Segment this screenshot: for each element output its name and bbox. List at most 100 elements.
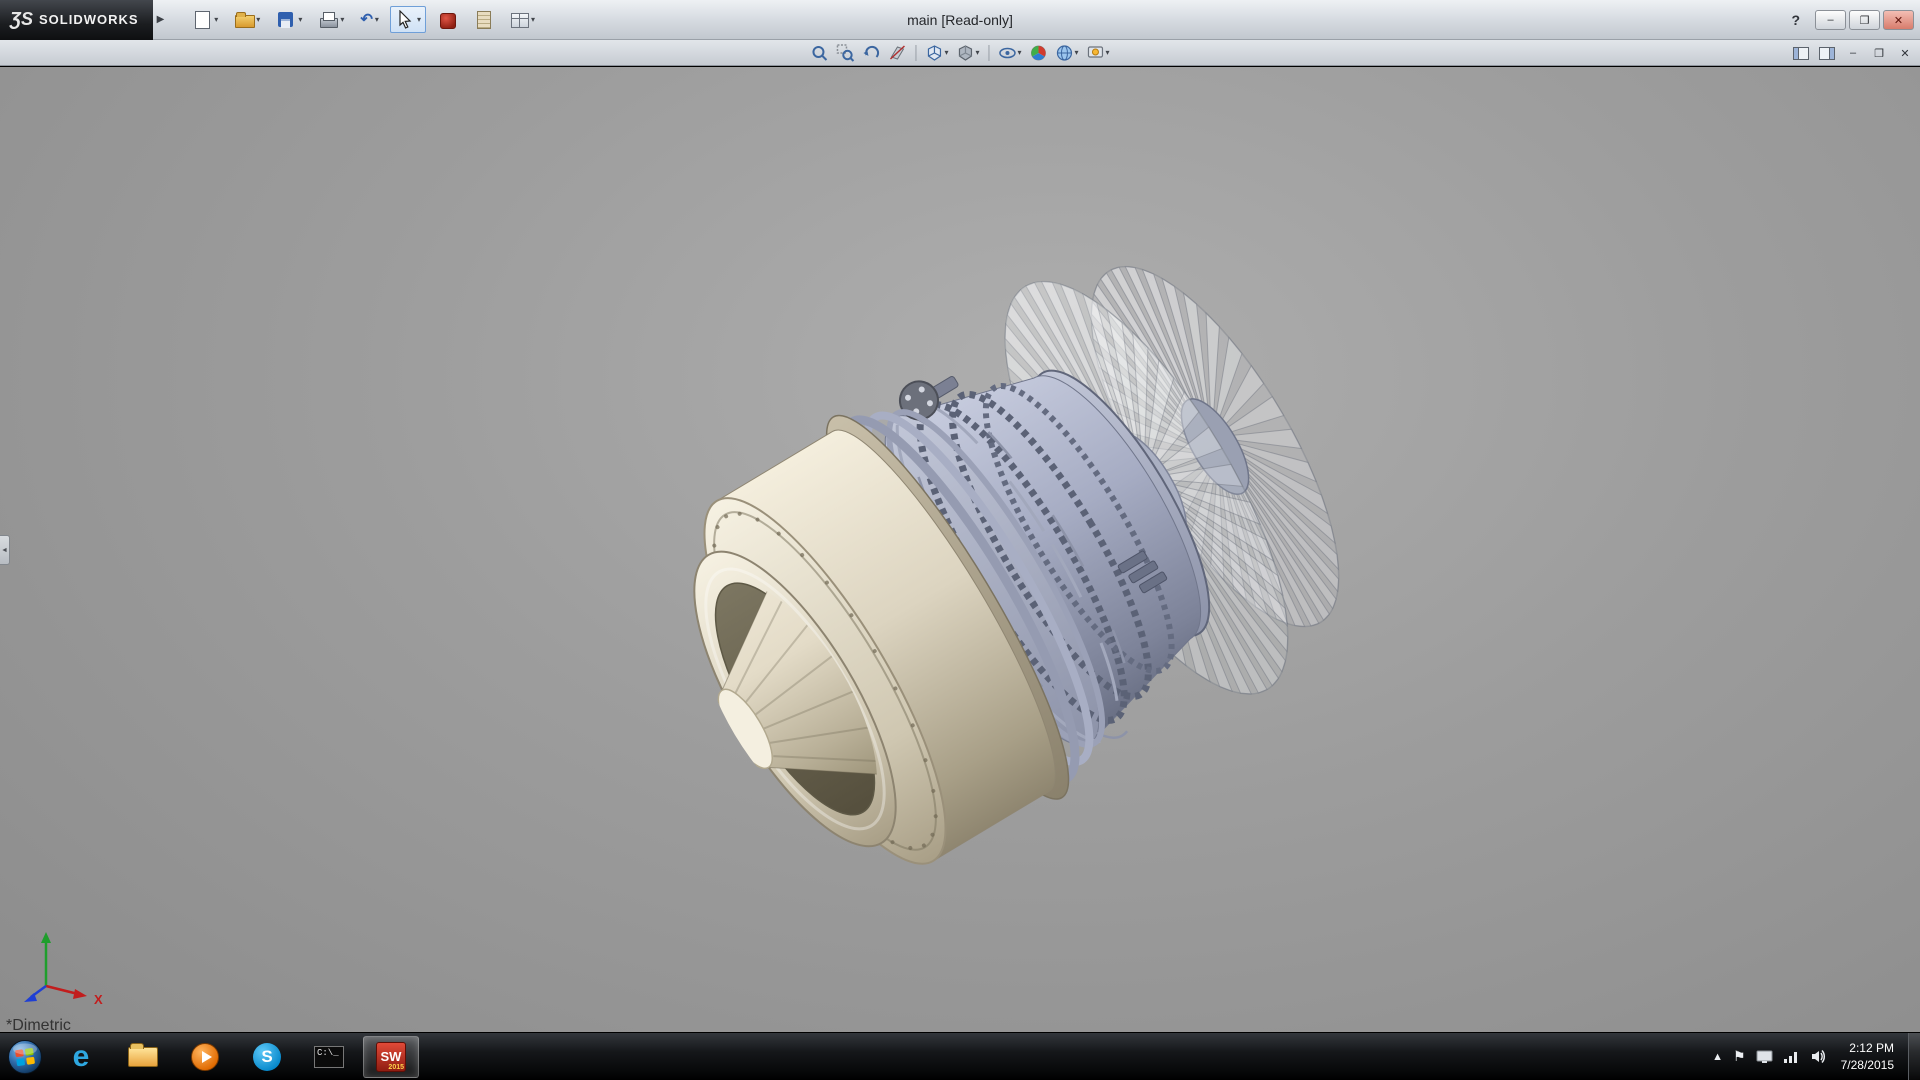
collapse-arrow-icon: ◄ <box>1 547 8 554</box>
network-icon[interactable] <box>1783 1050 1800 1064</box>
rgb-ball-icon <box>1030 44 1048 62</box>
new-document-icon <box>192 10 212 29</box>
x-axis-label: X <box>94 992 103 1007</box>
featuremanager-pane-button[interactable] <box>1790 44 1812 62</box>
doc-minimize-button[interactable]: – <box>1842 44 1864 62</box>
solidworks-app-icon: SW 2015 <box>376 1042 406 1072</box>
apply-scene-caret[interactable]: ▾ <box>1075 49 1079 57</box>
save-floppy-icon <box>276 10 296 29</box>
print-button[interactable]: ▾ <box>313 6 349 33</box>
split-pane-icon <box>1793 47 1809 60</box>
view-orientation-button[interactable]: ▾ <box>922 42 951 64</box>
select-button[interactable]: ▾ <box>390 6 426 33</box>
display-icon[interactable] <box>1756 1050 1773 1064</box>
options-dropdown-caret[interactable]: ▾ <box>531 16 535 24</box>
view-settings-icon <box>1087 44 1105 62</box>
zoom-to-area-icon <box>836 44 854 62</box>
orientation-triad: X <box>20 924 116 1008</box>
view-orientation-cube-icon <box>925 44 943 62</box>
save-dropdown-caret[interactable]: ▾ <box>298 16 302 24</box>
solidworks-logo[interactable]: ƷS SOLIDWORKS <box>0 0 153 40</box>
previous-view-button[interactable] <box>859 42 883 64</box>
show-desktop-button[interactable] <box>1908 1033 1920 1080</box>
show-hidden-icons-button[interactable]: ▲ <box>1712 1051 1723 1063</box>
save-button[interactable]: ▾ <box>271 6 307 33</box>
close-button[interactable]: ✕ <box>1883 10 1914 30</box>
view-settings-button[interactable]: ▾ <box>1084 42 1113 64</box>
document-window-controls: – ❐ ✕ <box>1790 40 1916 66</box>
edit-appearance-button[interactable] <box>1027 42 1051 64</box>
open-folder-icon <box>234 10 254 29</box>
options-window-icon <box>509 10 529 29</box>
new-dropdown-caret[interactable]: ▾ <box>214 16 218 24</box>
jet-engine-model[interactable] <box>0 67 1920 1032</box>
rebuild-icon <box>437 10 457 29</box>
menu-expand-arrow-icon[interactable]: ▶ <box>153 14 171 25</box>
taskbar-item-skype[interactable]: S <box>239 1036 295 1078</box>
toolbar-separator <box>988 45 989 61</box>
display-style-caret[interactable]: ▾ <box>975 49 979 57</box>
command-prompt-icon: C:\_ <box>314 1046 344 1068</box>
maximize-button[interactable]: ❐ <box>1849 10 1880 30</box>
solidworks-logo-text: SOLIDWORKS <box>39 12 139 27</box>
doc-restore-button[interactable]: ❐ <box>1868 44 1890 62</box>
eye-icon <box>998 44 1016 62</box>
solidworks-app-year: 2015 <box>388 1064 404 1071</box>
select-cursor-icon <box>395 10 415 29</box>
select-dropdown-caret[interactable]: ▾ <box>417 16 421 24</box>
graphics-area[interactable]: ◄ X *Dimetric <box>0 67 1920 1032</box>
taskbar-item-file-explorer[interactable] <box>115 1036 171 1078</box>
solidworks-app-letters: SW <box>381 1049 402 1064</box>
action-center-flag-icon[interactable]: ⚑ <box>1733 1048 1746 1065</box>
taskbar-item-media-player[interactable] <box>177 1036 233 1078</box>
heads-up-view-toolbar: ▾ ▾ ▾ <box>806 40 1113 66</box>
solidworks-window: ƷS SOLIDWORKS ▶ ▾ ▾ ▾ ▾ ↶ ▾ <box>0 0 1920 1080</box>
windows-orb-icon <box>7 1039 43 1075</box>
zoom-to-fit-button[interactable] <box>807 42 831 64</box>
open-button[interactable]: ▾ <box>229 6 265 33</box>
undo-dropdown-caret[interactable]: ▾ <box>375 16 379 24</box>
featuremanager-collapse-tab[interactable]: ◄ <box>0 535 10 565</box>
doc-close-button[interactable]: ✕ <box>1894 44 1916 62</box>
hide-show-caret[interactable]: ▾ <box>1017 49 1021 57</box>
volume-icon[interactable] <box>1810 1049 1827 1064</box>
task-pane-button[interactable] <box>1816 44 1838 62</box>
apply-scene-button[interactable]: ▾ <box>1053 42 1082 64</box>
windows-taskbar: e S C:\_ SW 2015 ▲ ⚑ <box>0 1032 1920 1080</box>
help-button[interactable]: ? <box>1791 12 1800 28</box>
y-axis-arrow <box>41 932 51 943</box>
taskbar-clock[interactable]: 2:12 PM 7/28/2015 <box>1837 1040 1898 1072</box>
taskbar-item-command-prompt[interactable]: C:\_ <box>301 1036 357 1078</box>
taskbar-item-internet-explorer[interactable]: e <box>53 1036 109 1078</box>
zoom-to-area-button[interactable] <box>833 42 857 64</box>
window-title: main [Read-only] <box>907 0 1013 40</box>
previous-view-icon <box>862 44 880 62</box>
taskbar-item-solidworks[interactable]: SW 2015 <box>363 1036 419 1078</box>
start-button[interactable] <box>0 1034 50 1080</box>
file-properties-icon <box>473 10 493 29</box>
minimize-button[interactable]: – <box>1815 10 1846 30</box>
window-controls: ? – ❐ ✕ <box>1791 0 1914 40</box>
x-axis-arrow <box>73 989 87 999</box>
scene-globe-icon <box>1056 44 1074 62</box>
section-view-button[interactable] <box>885 42 909 64</box>
task-pane-icon <box>1819 47 1835 60</box>
display-style-button[interactable]: ▾ <box>953 42 982 64</box>
document-window-bar: ▾ ▾ ▾ <box>0 40 1920 66</box>
open-dropdown-caret[interactable]: ▾ <box>256 16 260 24</box>
new-button[interactable]: ▾ <box>187 6 223 33</box>
view-settings-caret[interactable]: ▾ <box>1106 49 1110 57</box>
clock-date: 7/28/2015 <box>1841 1057 1894 1073</box>
options-button[interactable]: ▾ <box>504 6 540 33</box>
rebuild-button[interactable] <box>432 6 462 33</box>
undo-arrow-icon: ↶ <box>360 10 373 29</box>
internet-explorer-icon: e <box>73 1040 90 1074</box>
standard-toolbar: ▾ ▾ ▾ ▾ ↶ ▾ ▾ <box>184 6 543 33</box>
skype-icon: S <box>253 1043 281 1071</box>
file-properties-button[interactable] <box>468 6 498 33</box>
undo-button[interactable]: ↶ ▾ <box>355 6 384 33</box>
hide-show-items-button[interactable]: ▾ <box>995 42 1024 64</box>
media-player-icon <box>191 1043 219 1071</box>
print-dropdown-caret[interactable]: ▾ <box>340 16 344 24</box>
view-orientation-caret[interactable]: ▾ <box>944 49 948 57</box>
